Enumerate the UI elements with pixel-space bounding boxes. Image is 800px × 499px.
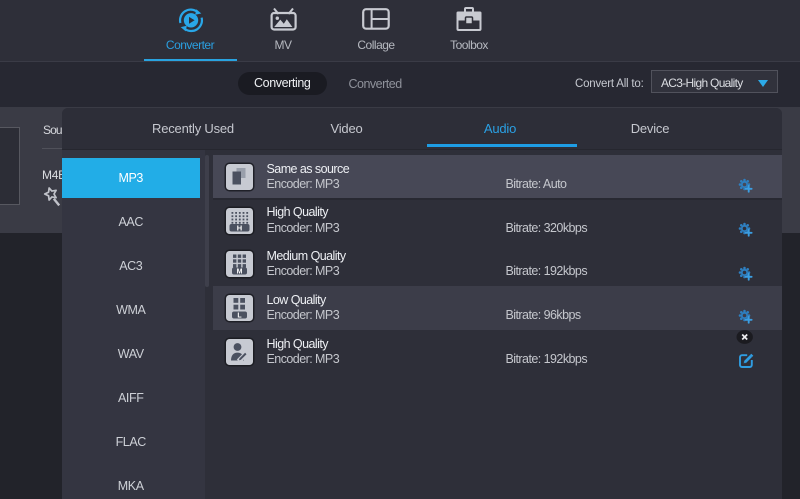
svg-text:L: L bbox=[237, 313, 242, 320]
svg-text:M: M bbox=[237, 269, 243, 276]
svg-text:H: H bbox=[237, 223, 242, 232]
